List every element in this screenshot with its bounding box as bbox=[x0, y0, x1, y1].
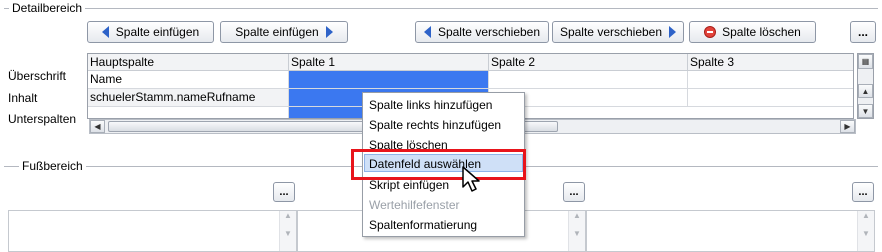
arrow-right-icon bbox=[669, 26, 677, 38]
footer-more-button-1[interactable]: ... bbox=[273, 182, 295, 202]
highlight-annotation-box bbox=[351, 149, 526, 180]
move-column-left-label: Spalte verschieben bbox=[437, 25, 541, 39]
grid-cell-header-col2[interactable] bbox=[489, 71, 688, 89]
column-header-1[interactable]: Spalte 1 bbox=[289, 54, 489, 71]
insert-column-left-label: Spalte einfügen bbox=[115, 25, 200, 39]
row-label-header: Überschrift bbox=[8, 69, 67, 83]
arrow-left-icon bbox=[101, 26, 109, 38]
grid-cell-header-col3[interactable] bbox=[688, 71, 853, 89]
grid-cell-content-main[interactable]: schuelerStamm.nameRufname bbox=[88, 89, 289, 107]
insert-column-right-button[interactable]: Spalte einfügen bbox=[220, 21, 348, 43]
move-column-right-label: Spalte verschieben bbox=[559, 25, 663, 39]
mouse-cursor-icon bbox=[462, 166, 480, 192]
textarea-scrollbar[interactable]: ▲ ▼ bbox=[279, 211, 296, 251]
grid-options-icon[interactable]: ▦ bbox=[858, 54, 873, 69]
grid-cell-sub-main[interactable] bbox=[88, 107, 289, 118]
scroll-left-icon[interactable]: ◀ bbox=[90, 120, 105, 133]
menu-item-add-right[interactable]: Spalte rechts hinzufügen bbox=[369, 118, 501, 132]
textarea-scrollbar[interactable]: ▲ ▼ bbox=[857, 211, 874, 251]
grid-cell-header-col1[interactable] bbox=[289, 71, 489, 89]
insert-column-left-button[interactable]: Spalte einfügen bbox=[87, 21, 214, 43]
menu-item-insert-script[interactable]: Skript einfügen bbox=[369, 178, 449, 192]
row-label-subcolumns: Unterspalten bbox=[8, 112, 77, 126]
arrow-left-icon bbox=[423, 26, 431, 38]
detail-separator bbox=[4, 8, 878, 9]
move-column-left-button[interactable]: Spalte verschieben bbox=[415, 21, 549, 43]
column-header-main[interactable]: Hauptspalte bbox=[88, 54, 289, 71]
column-header-2[interactable]: Spalte 2 bbox=[489, 54, 688, 71]
grid-cell-header-main[interactable]: Name bbox=[88, 71, 289, 89]
footer-more-button-2[interactable]: ... bbox=[563, 182, 585, 202]
footer-textarea-3[interactable]: ▲ ▼ bbox=[586, 210, 875, 252]
footer-textarea-1[interactable]: ▲ ▼ bbox=[8, 210, 297, 252]
move-column-right-button[interactable]: Spalte verschieben bbox=[552, 21, 684, 43]
column-header-3[interactable]: Spalte 3 bbox=[688, 54, 853, 71]
delete-icon bbox=[704, 26, 717, 38]
menu-item-add-left[interactable]: Spalte links hinzufügen bbox=[369, 98, 492, 112]
row-label-content: Inhalt bbox=[8, 91, 38, 105]
delete-column-button[interactable]: Spalte löschen bbox=[689, 21, 816, 43]
grid-vertical-scrollbar[interactable]: ▦ ▲ ▼ bbox=[857, 53, 874, 119]
delete-column-label: Spalte löschen bbox=[722, 25, 801, 39]
scroll-down-icon[interactable]: ▼ bbox=[858, 104, 873, 118]
footer-section-title: Fußbereich bbox=[19, 159, 86, 173]
menu-item-value-help: Wertehilfefenster bbox=[369, 198, 460, 212]
detail-section-title: Detailbereich bbox=[9, 1, 86, 15]
menu-item-column-format[interactable]: Spaltenformatierung bbox=[369, 218, 477, 232]
textarea-scrollbar[interactable]: ▲ ▼ bbox=[568, 211, 585, 251]
scroll-right-icon[interactable]: ▶ bbox=[840, 120, 855, 133]
detail-more-button[interactable]: ... bbox=[850, 21, 876, 43]
arrow-right-icon bbox=[325, 26, 333, 38]
grid-cell-content-col3[interactable] bbox=[688, 89, 853, 107]
scroll-up-icon[interactable]: ▲ bbox=[858, 84, 873, 98]
insert-column-right-label: Spalte einfügen bbox=[235, 25, 319, 39]
footer-more-button-3[interactable]: ... bbox=[852, 182, 874, 202]
